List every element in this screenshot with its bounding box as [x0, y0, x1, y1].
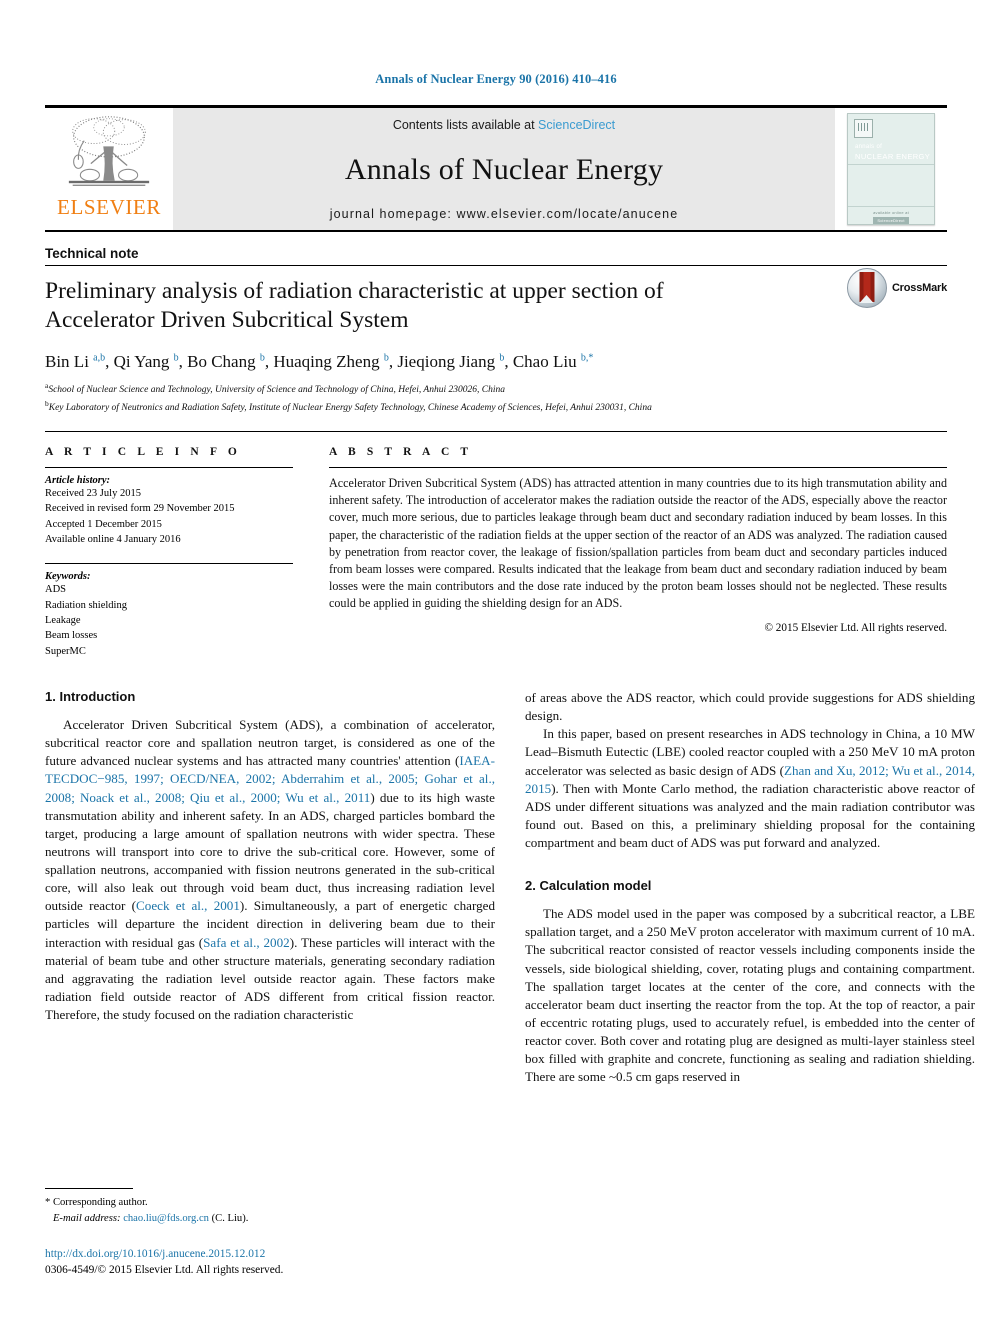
keyword-item: SuperMC — [45, 645, 86, 657]
crossmark-icon — [846, 268, 887, 308]
citation-link[interactable]: Zhan and Xu, 2012; Wu et al., 2014, 2015 — [525, 763, 975, 796]
cover-elsevier-logo-icon — [854, 119, 873, 138]
article-header: Technical note CrossMark Preliminary ana… — [45, 246, 947, 415]
email-label: E-mail address: — [52, 1212, 121, 1224]
doi-link[interactable]: http://dx.doi.org/10.1016/j.anucene.2015… — [45, 1246, 495, 1262]
citation-link[interactable]: Coeck et al., 2001 — [136, 898, 240, 913]
page-footer: http://dx.doi.org/10.1016/j.anucene.2015… — [45, 1246, 495, 1278]
contents-prefix: Contents lists available at — [392, 118, 539, 132]
intro-paragraph-2: In this paper, based on present research… — [525, 726, 975, 851]
cover-divider-top — [848, 164, 934, 165]
keywords-list: ADS Radiation shielding Leakage Beam losses… — [45, 582, 293, 659]
abstract-divider — [329, 467, 947, 469]
cover-title-line2: NUCLEAR ENERGY — [855, 152, 931, 161]
contents-available-line: Contents lists available at ScienceDirec… — [393, 118, 615, 132]
body-column-left: 1. Introduction Accelerator Driven Subcr… — [45, 689, 495, 1086]
affiliation-item: aSchool of Nuclear Science and Technolog… — [45, 381, 505, 396]
journal-cover-thumbnail: annals of NUCLEAR ENERGY available onlin… — [847, 113, 935, 225]
elsevier-wordmark: ELSEVIER — [57, 195, 161, 219]
journal-title: Annals of Nuclear Energy — [344, 152, 664, 186]
calc-paragraph-1: The ADS model used in the paper was comp… — [525, 906, 975, 1085]
footnote-divider — [45, 1188, 133, 1189]
issn-copyright-line: 0306-4549/© 2015 Elsevier Ltd. All right… — [45, 1264, 284, 1277]
keyword-item: ADS — [45, 584, 67, 596]
email-line: E-mail address: chao.liu@fds.org.cn (C. … — [45, 1211, 495, 1227]
article-history-item: Received in revised form 29 November 201… — [45, 503, 235, 515]
keywords-block: Keywords: ADS Radiation shielding Leakage B… — [45, 563, 293, 659]
article-info-divider — [45, 467, 293, 469]
keywords-divider — [45, 563, 293, 565]
email-link[interactable]: chao.liu@fds.org.cn — [123, 1213, 209, 1224]
article-type-label: Technical note — [45, 246, 139, 261]
crossmark-ribbon-shape — [859, 272, 875, 303]
running-head: Annals of Nuclear Energy 90 (2016) 410–4… — [375, 72, 617, 86]
email-suffix: (C. Liu). — [211, 1212, 249, 1224]
journal-cover-block: annals of NUCLEAR ENERGY available onlin… — [835, 108, 947, 230]
journal-masthead: ELSEVIER Contents lists available at Sci… — [45, 105, 947, 232]
elsevier-logo: ELSEVIER — [45, 108, 173, 230]
cover-footer-badge: ScienceDirect — [873, 217, 909, 224]
keyword-item: Leakage — [45, 615, 81, 627]
article-history-item: Available online 4 January 2016 — [45, 534, 181, 546]
abstract-heading: A B S T R A C T — [329, 446, 473, 459]
paper-page: Annals of Nuclear Energy 90 (2016) 410–4… — [0, 0, 992, 1323]
article-history-item: Received 23 July 2015 — [45, 488, 141, 500]
keywords-title: Keywords: — [45, 571, 91, 583]
info-abstract-region: A R T I C L E I N F O Article history: R… — [45, 431, 947, 659]
journal-band: Contents lists available at ScienceDirec… — [173, 108, 835, 230]
citation-link[interactable]: IAEA-TECDOC−985, 1997; OECD/NEA, 2002; A… — [45, 753, 495, 804]
section-heading-introduction: 1. Introduction — [45, 689, 136, 705]
citation-link[interactable]: Safa et al., 2002 — [203, 935, 290, 950]
intro-paragraph-1-cont: of areas above the ADS reactor, which co… — [525, 690, 975, 724]
corresponding-author-footnote: * Corresponding author. E-mail address: … — [45, 1188, 495, 1227]
abstract-text: Accelerator Driven Subcritical System (A… — [329, 476, 947, 611]
affiliation-list: aSchool of Nuclear Science and Technolog… — [45, 380, 947, 415]
abstract-copyright: © 2015 Elsevier Ltd. All rights reserved… — [764, 621, 948, 634]
article-history-item: Accepted 1 December 2015 — [45, 518, 162, 530]
sciencedirect-link[interactable]: ScienceDirect — [538, 118, 615, 132]
journal-homepage-link[interactable]: journal homepage: www.elsevier.com/locat… — [330, 207, 679, 221]
elsevier-tree-icon — [68, 116, 150, 186]
section-heading-calculation-model: 2. Calculation model — [525, 878, 652, 894]
article-type-divider — [45, 265, 947, 266]
cover-divider-bottom — [848, 206, 934, 207]
corresponding-author-line: * Corresponding author. — [45, 1197, 148, 1208]
article-info-column: A R T I C L E I N F O Article history: R… — [45, 446, 293, 659]
cover-footer-text: available online at — [873, 210, 909, 215]
abstract-column: A B S T R A C T Accelerator Driven Subcr… — [329, 446, 947, 659]
article-info-heading: A R T I C L E I N F O — [45, 446, 241, 459]
cover-title-line1: annals of — [855, 144, 883, 150]
body-column-right: of areas above the ADS reactor, which co… — [525, 689, 975, 1086]
cover-footer: available online at ScienceDirect — [848, 210, 934, 224]
article-history-list: Received 23 July 2015 Received in revised… — [45, 486, 293, 547]
crossmark-badge[interactable]: CrossMark — [846, 268, 947, 308]
page-title: Preliminary analysis of radiation charac… — [45, 278, 664, 333]
affiliation-item: bKey Laboratory of Neutronics and Radiat… — [45, 398, 652, 413]
author-list: Bin Li a,b, Qi Yang b, Bo Chang b, Huaqi… — [45, 352, 594, 372]
keyword-item: Radiation shielding — [45, 599, 127, 611]
keyword-item: Beam losses — [45, 630, 98, 642]
body-two-columns: 1. Introduction Accelerator Driven Subcr… — [45, 689, 975, 1086]
intro-paragraph-1: Accelerator Driven Subcritical System (A… — [45, 717, 495, 1023]
crossmark-label: CrossMark — [891, 282, 947, 294]
article-history-title: Article history: — [45, 475, 111, 487]
